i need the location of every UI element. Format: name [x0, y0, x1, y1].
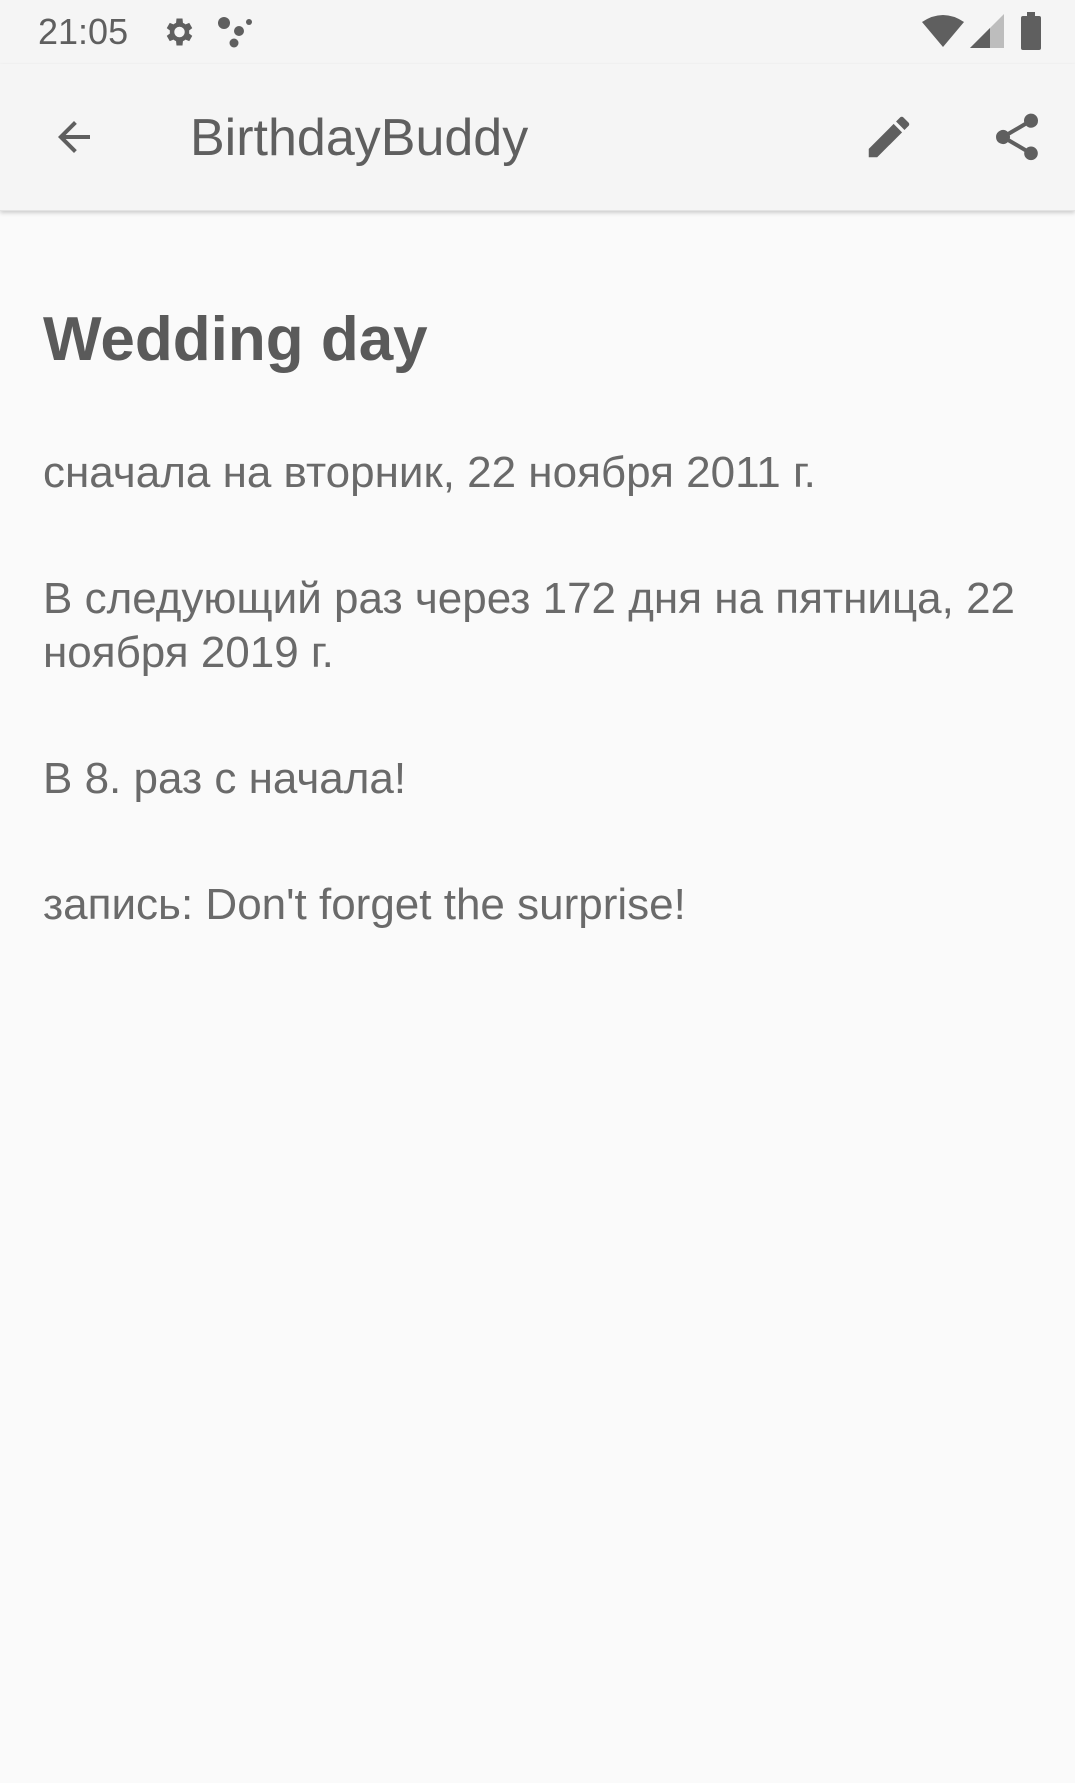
- pencil-icon: [868, 116, 910, 158]
- app-bar: BirthdayBuddy: [0, 64, 1075, 211]
- occurrence-count-text: В 8. раз с начала!: [43, 754, 407, 803]
- app-title: BirthdayBuddy: [190, 109, 529, 167]
- first-occurrence-text: сначала на вторник, 22 ноября 2011 г.: [43, 448, 816, 497]
- note-text: запись: Don't forget the surprise!: [43, 880, 686, 929]
- edit-button[interactable]: [841, 89, 937, 185]
- back-button[interactable]: [26, 89, 122, 185]
- event-title: Wedding day: [43, 305, 428, 374]
- battery-icon: [1021, 12, 1041, 50]
- gear-icon: [166, 18, 193, 46]
- signal-icon: [970, 14, 1004, 48]
- wifi-icon: [922, 15, 964, 47]
- share-icon: [995, 113, 1039, 161]
- next-occurrence-text: В следующий раз через 172 дня на пятница…: [43, 574, 1016, 677]
- share-button[interactable]: [969, 89, 1065, 185]
- assistant-dots-icon: [218, 17, 252, 48]
- status-bar: 21:05: [0, 0, 1075, 64]
- status-time: 21:05: [38, 11, 129, 52]
- arrow-back-icon: [58, 121, 90, 153]
